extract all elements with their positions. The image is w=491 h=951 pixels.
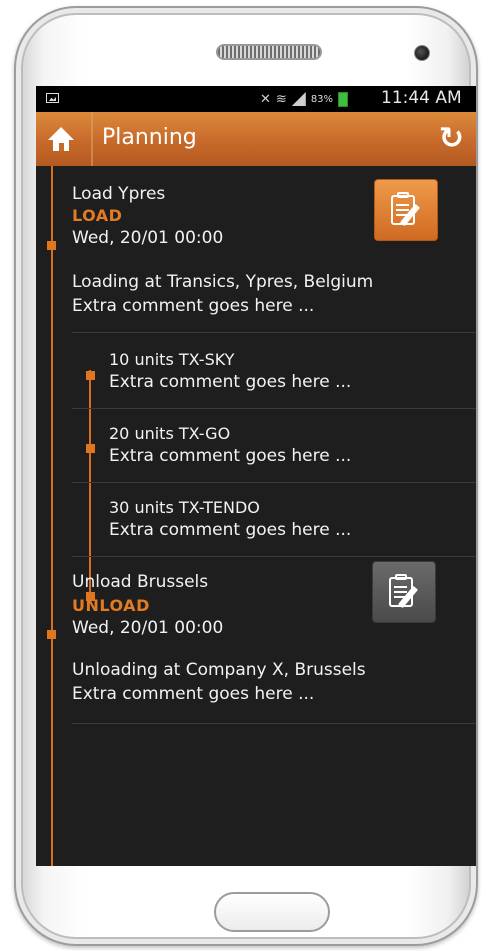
battery-percent: 83% [310,93,334,105]
planning-list: Load Ypres LOAD Wed, 20/01 00:00 Loading… [36,166,476,866]
stop-date: Wed, 20/01 00:00 [72,618,224,638]
status-bar: ✕ ≋ 83% 11:44 AM [36,86,476,112]
stop-type: UNLOAD [72,596,150,615]
item-title: 30 units TX-TENDO [109,498,260,517]
speaker-grille [216,44,322,60]
app-bar: Planning ↻ [36,112,476,166]
stop-title: Unload Brussels [72,572,209,592]
gallery-notification-icon [46,93,59,103]
divider [72,723,476,724]
hardware-home-button[interactable] [214,892,330,932]
sub-marker [86,444,95,453]
mute-icon: ✕ [260,91,271,107]
app-bar-divider [91,112,93,166]
stop-description: Loading at Transics, Ypres, Belgium Extr… [72,272,374,316]
list-item[interactable]: 20 units TX-GO Extra comment goes here .… [36,410,476,474]
status-icons: ✕ ≋ 83% [260,89,349,109]
stop-description: Unloading at Company X, Brussels Extra c… [72,660,366,704]
stop-date: Wed, 20/01 00:00 [72,228,224,248]
timeline-marker [47,241,56,250]
sub-marker [86,371,95,380]
divider [72,482,476,483]
stop-title: Load Ypres [72,184,166,204]
stop-unload[interactable]: Unload Brussels UNLOAD Wed, 20/01 00:00 … [36,558,476,724]
item-title: 10 units TX-SKY [109,350,235,369]
clipboard-edit-icon [387,573,421,611]
home-button[interactable] [36,112,86,166]
item-comment: Extra comment goes here ... [109,520,352,540]
stop-load[interactable]: Load Ypres LOAD Wed, 20/01 00:00 Loading… [36,166,476,332]
clock: 11:44 AM [381,88,462,108]
divider [72,332,476,333]
battery-icon [338,91,349,107]
signal-icon [291,92,306,106]
list-item[interactable]: 10 units TX-SKY Extra comment goes here … [36,334,476,398]
item-comment: Extra comment goes here ... [109,372,352,392]
divider [72,556,476,557]
list-item[interactable]: 30 units TX-TENDO Extra comment goes her… [36,484,476,601]
front-camera [414,45,430,61]
refresh-icon[interactable]: ↻ [438,123,465,153]
item-title: 20 units TX-GO [109,424,231,443]
screen: ✕ ≋ 83% 11:44 AM Planning ↻ Load Ypres L… [36,86,476,866]
stop-type: LOAD [72,206,123,225]
edit-document-button[interactable] [372,561,436,623]
clipboard-edit-icon [389,191,423,229]
page-title: Planning [102,125,197,150]
item-comment: Extra comment goes here ... [109,446,352,466]
timeline-marker [47,630,56,639]
edit-document-button[interactable] [374,179,438,241]
wifi-icon: ≋ [275,91,287,107]
divider [72,408,476,409]
home-icon [48,127,74,151]
